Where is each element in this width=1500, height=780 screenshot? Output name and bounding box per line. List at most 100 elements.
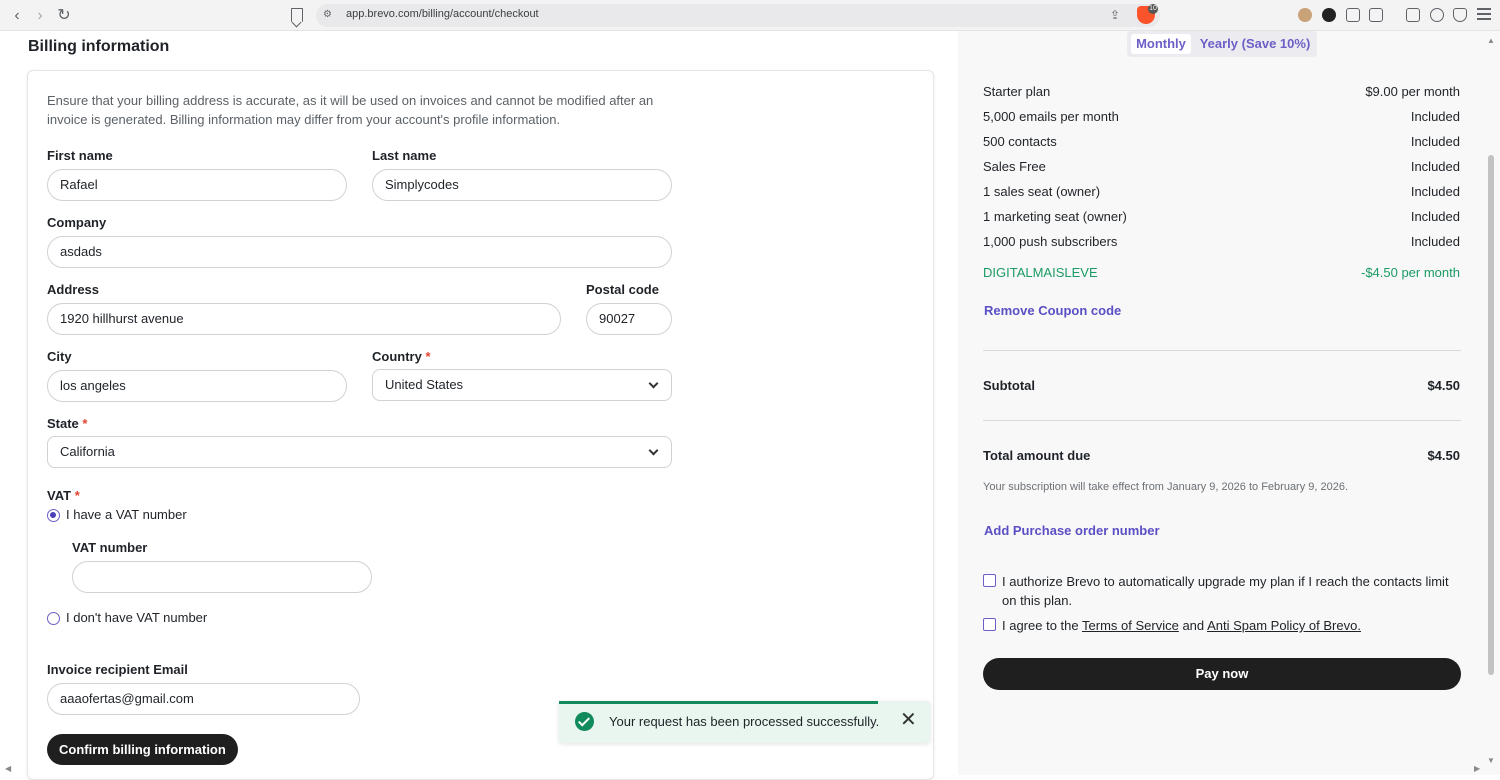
postal-code-field[interactable]: 90027 bbox=[586, 303, 672, 335]
vat-number-field[interactable] bbox=[72, 561, 372, 593]
vat-have-label[interactable]: I have a VAT number bbox=[66, 507, 187, 522]
feature-row-value: Included bbox=[1410, 234, 1460, 249]
last-name-field[interactable]: Simplycodes bbox=[372, 169, 672, 201]
state-select[interactable]: California bbox=[47, 436, 672, 468]
feature-row-label: 1 sales seat (owner) bbox=[983, 184, 1101, 199]
invoice-email-label: Invoice recipient Email bbox=[47, 662, 188, 677]
reader-mode-icon[interactable] bbox=[1369, 8, 1383, 22]
anti-spam-policy-link[interactable]: Anti Spam Policy of Brevo. bbox=[1207, 618, 1361, 633]
required-mark: * bbox=[82, 416, 88, 431]
plan-row-value: $9.00 per month bbox=[1365, 84, 1460, 99]
country-label: Country * bbox=[372, 349, 431, 364]
extensions-puzzle-icon[interactable] bbox=[1346, 8, 1360, 22]
city-label: City bbox=[47, 349, 72, 364]
address-label: Address bbox=[47, 282, 100, 297]
state-label: State * bbox=[47, 416, 87, 431]
company-label: Company bbox=[47, 215, 107, 230]
vat-none-label[interactable]: I don't have VAT number bbox=[66, 610, 207, 625]
subtotal-value: $4.50 bbox=[1427, 378, 1460, 393]
feature-row-label: Sales Free bbox=[983, 159, 1046, 174]
page-title: Billing information bbox=[28, 38, 170, 55]
toast-message: Your request has been processed successf… bbox=[609, 714, 880, 729]
scroll-right-arrow-icon[interactable]: ▶ bbox=[1474, 764, 1480, 773]
agree-terms-checkbox[interactable] bbox=[983, 618, 996, 631]
toggle-monthly[interactable]: Monthly bbox=[1131, 34, 1191, 54]
invoice-email-field[interactable]: aaaofertas@gmail.com bbox=[47, 683, 360, 715]
country-label-text: Country bbox=[372, 349, 422, 364]
vat-have-radio[interactable] bbox=[47, 509, 60, 522]
close-icon[interactable]: ✕ bbox=[900, 710, 917, 730]
country-selected-value: United States bbox=[385, 377, 464, 392]
vat-label-text: VAT bbox=[47, 488, 72, 503]
browser-menu-icon[interactable] bbox=[1477, 8, 1491, 20]
success-toast: Your request has been processed successf… bbox=[559, 701, 930, 743]
feature-row-label: 1,000 push subscribers bbox=[983, 234, 1118, 249]
extension-h-icon[interactable] bbox=[1322, 8, 1336, 22]
subtotal-label: Subtotal bbox=[983, 378, 1035, 393]
divider bbox=[983, 350, 1461, 351]
toggle-yearly[interactable]: Yearly (Save 10%) bbox=[1196, 34, 1314, 54]
vat-number-label: VAT number bbox=[72, 540, 148, 555]
leo-ai-icon[interactable] bbox=[1430, 8, 1444, 22]
chevron-down-icon bbox=[648, 445, 659, 456]
vat-label: VAT * bbox=[47, 488, 80, 503]
state-label-text: State bbox=[47, 416, 79, 431]
billing-intro-text: Ensure that your billing address is accu… bbox=[47, 93, 654, 127]
back-icon[interactable]: ‹ bbox=[7, 6, 27, 26]
feature-row-value: Included bbox=[1410, 184, 1460, 199]
extension-avatar-icon[interactable] bbox=[1298, 8, 1312, 22]
agree-terms-label: I agree to the Terms of Service and Anti… bbox=[1002, 616, 1452, 635]
first-name-field[interactable]: Rafael bbox=[47, 169, 347, 201]
plan-row-label: Starter plan bbox=[983, 84, 1051, 99]
terms-of-service-link[interactable]: Terms of Service bbox=[1082, 618, 1179, 633]
toast-progress-bar bbox=[559, 701, 878, 704]
chevron-down-icon bbox=[648, 378, 659, 389]
remove-coupon-link[interactable]: Remove Coupon code bbox=[984, 303, 1121, 318]
feature-row-value: Included bbox=[1410, 134, 1460, 149]
scrollbar-thumb[interactable] bbox=[1488, 155, 1494, 675]
bookmark-icon[interactable] bbox=[291, 8, 303, 22]
feature-row-value: Included bbox=[1410, 109, 1460, 124]
postal-code-label: Postal code bbox=[586, 282, 659, 297]
shields-count-badge: 10 bbox=[1148, 4, 1158, 14]
confirm-billing-button[interactable]: Confirm billing information bbox=[47, 734, 238, 765]
city-field[interactable]: los angeles bbox=[47, 370, 347, 402]
state-selected-value: California bbox=[60, 444, 115, 459]
authorize-upgrade-checkbox[interactable] bbox=[983, 574, 996, 587]
total-label: Total amount due bbox=[983, 448, 1091, 463]
pay-now-button[interactable]: Pay now bbox=[983, 658, 1461, 690]
wallet-icon[interactable] bbox=[1406, 8, 1420, 22]
feature-row-value: Included bbox=[1410, 209, 1460, 224]
divider bbox=[983, 420, 1461, 421]
feature-row-value: Included bbox=[1410, 159, 1460, 174]
scroll-left-arrow-icon[interactable]: ◀ bbox=[5, 764, 11, 773]
scroll-up-arrow-icon[interactable]: ▲ bbox=[1487, 36, 1495, 45]
authorize-upgrade-label[interactable]: I authorize Brevo to automatically upgra… bbox=[1002, 572, 1452, 610]
feature-row-label: 500 contacts bbox=[983, 134, 1057, 149]
forward-icon[interactable]: › bbox=[30, 6, 50, 26]
coupon-discount-value: -$4.50 per month bbox=[1360, 265, 1460, 280]
share-icon[interactable]: ⇪ bbox=[1110, 8, 1124, 22]
scroll-down-arrow-icon[interactable]: ▼ bbox=[1487, 756, 1495, 765]
check-circle-icon bbox=[575, 712, 594, 731]
vpn-shield-icon[interactable] bbox=[1453, 8, 1467, 22]
vat-none-radio[interactable] bbox=[47, 612, 60, 625]
coupon-code-label: DIGITALMAISLEVE bbox=[983, 265, 1098, 280]
add-purchase-order-link[interactable]: Add Purchase order number bbox=[984, 523, 1160, 538]
url-text[interactable]: app.brevo.com/billing/account/checkout bbox=[346, 8, 539, 20]
feature-row-label: 1 marketing seat (owner) bbox=[983, 209, 1127, 224]
company-field[interactable]: asdads bbox=[47, 236, 672, 268]
required-mark: * bbox=[425, 349, 431, 364]
required-mark: * bbox=[74, 488, 80, 503]
reload-icon[interactable]: ↻ bbox=[54, 6, 74, 26]
agree-and: and bbox=[1182, 618, 1205, 633]
agree-prefix: I agree to the bbox=[1002, 618, 1079, 633]
country-select[interactable]: United States bbox=[372, 369, 672, 401]
feature-row-label: 5,000 emails per month bbox=[983, 109, 1119, 124]
first-name-label: First name bbox=[47, 148, 113, 163]
last-name-label: Last name bbox=[372, 148, 437, 163]
subscription-effective-note: Your subscription will take effect from … bbox=[983, 481, 1349, 493]
site-settings-icon[interactable]: ⚙ bbox=[323, 9, 335, 21]
total-value: $4.50 bbox=[1427, 448, 1460, 463]
address-field[interactable]: 1920 hillhurst avenue bbox=[47, 303, 561, 335]
